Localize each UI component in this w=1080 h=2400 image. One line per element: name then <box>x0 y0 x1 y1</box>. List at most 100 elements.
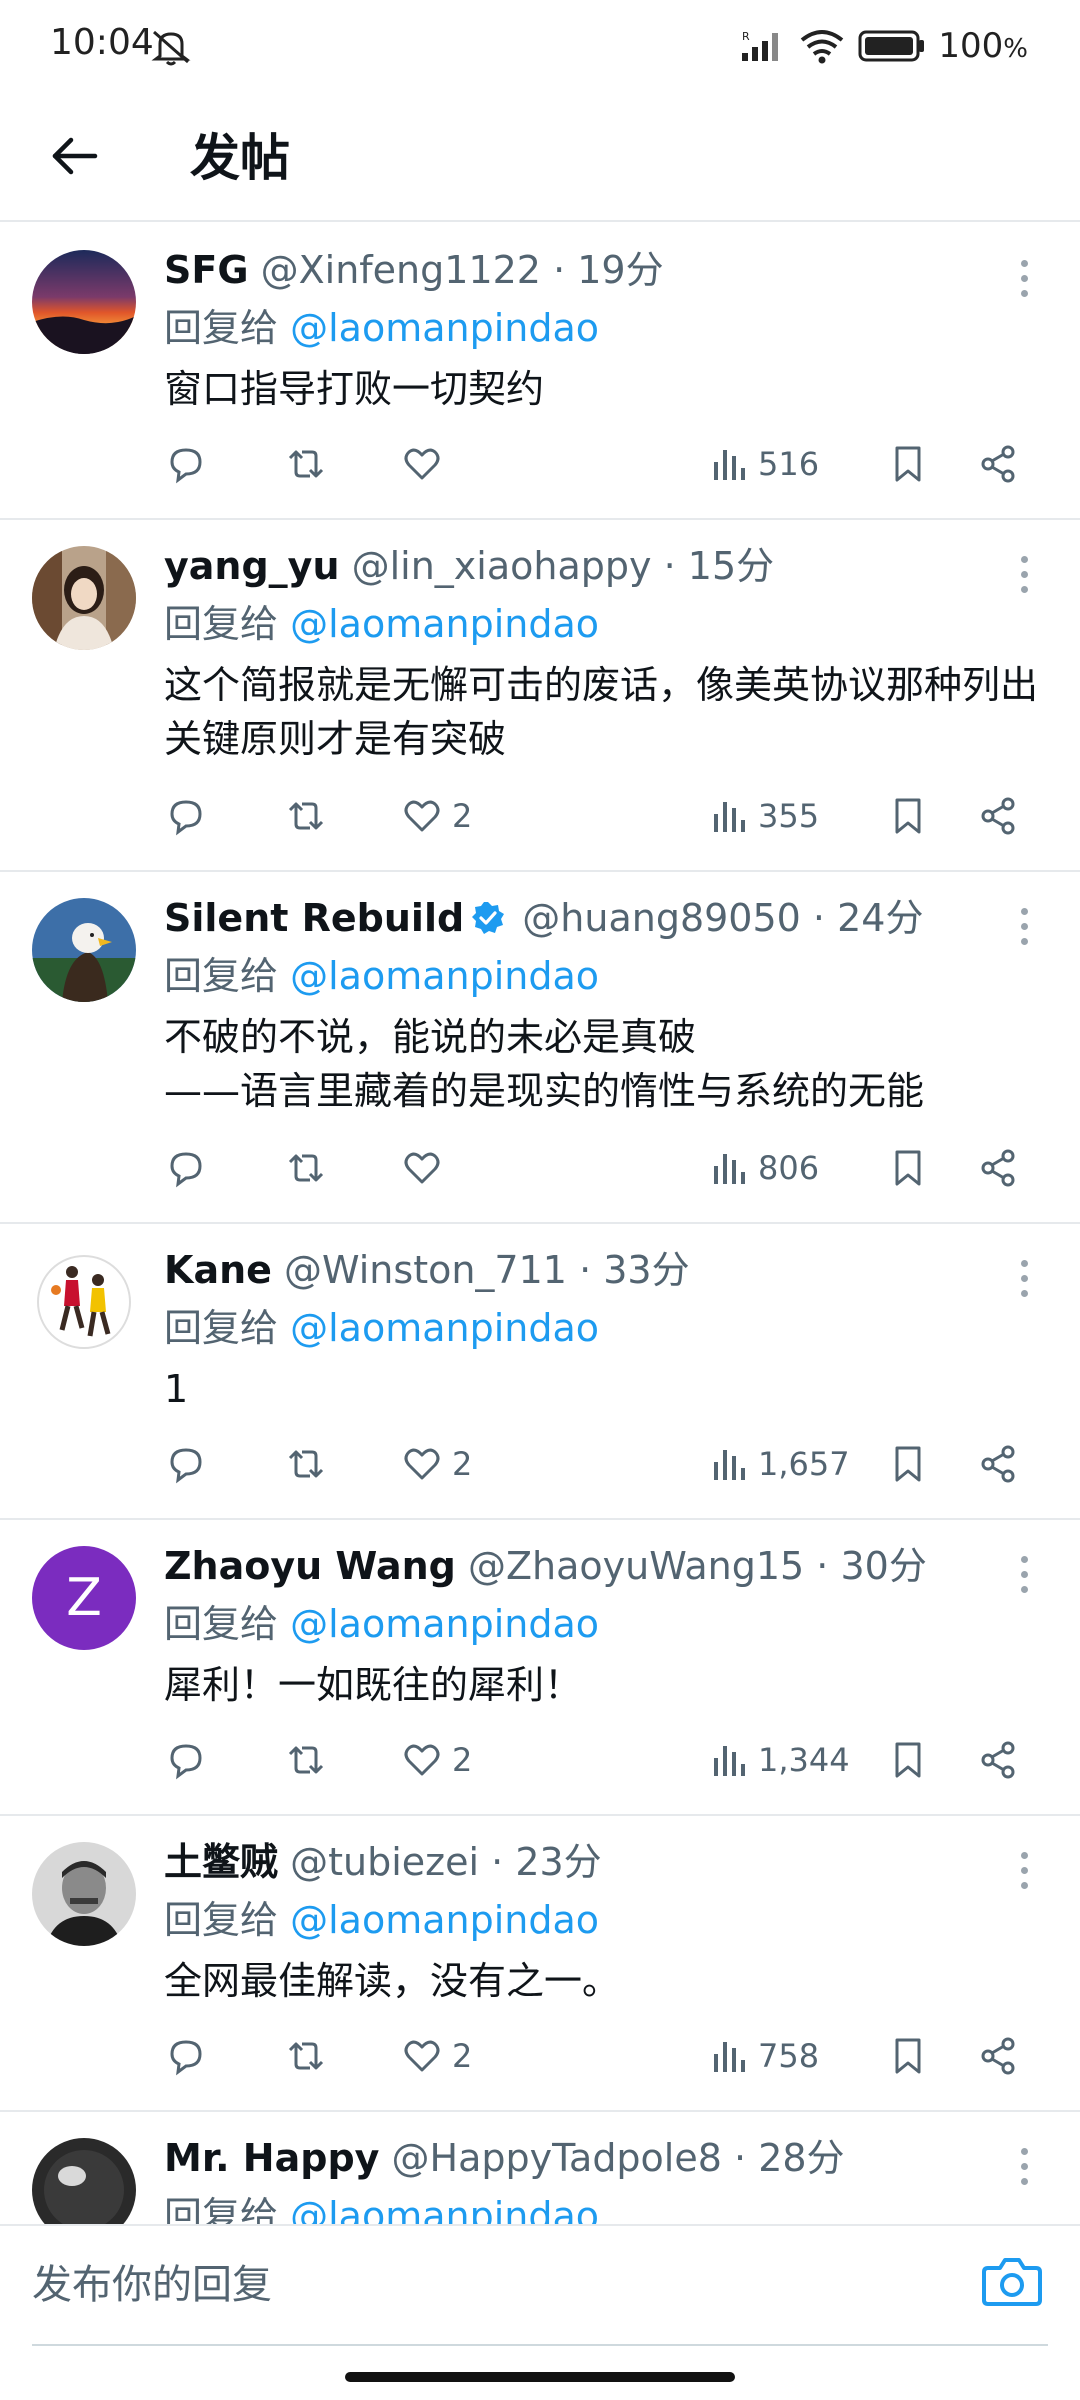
like-button[interactable] <box>400 436 452 492</box>
views-button[interactable]: 758 <box>710 2028 819 2084</box>
reply-item[interactable]: Silent Rebuild @huang89050 · 24分 回复给 @la… <box>0 872 1080 1224</box>
views-button[interactable]: 1,657 <box>710 1436 850 1492</box>
bookmark-button[interactable] <box>888 436 928 492</box>
reply-button[interactable] <box>164 436 208 492</box>
reply-input[interactable] <box>32 2250 952 2320</box>
reply-item[interactable]: SFG @Xinfeng1122 · 19分 回复给 @laomanpindao… <box>0 224 1080 520</box>
bookmark-button[interactable] <box>888 1732 928 1788</box>
share-button[interactable] <box>976 2028 1020 2084</box>
author-handle[interactable]: @huang89050 <box>522 896 801 940</box>
avatar[interactable] <box>32 1250 136 1354</box>
reply-button[interactable] <box>164 1732 208 1788</box>
reply-button[interactable] <box>164 1140 208 1196</box>
reply-time: 30分 <box>840 1544 927 1588</box>
reply-item[interactable]: yang_yu @lin_xiaohappy · 15分 回复给 @laoman… <box>0 520 1080 872</box>
bookmark-icon <box>895 1446 921 1482</box>
avatar[interactable] <box>32 1842 136 1946</box>
battery-icon <box>858 30 925 62</box>
reply-text: 这个简报就是无懈可击的废话，像美英协议那种列出关键原则才是有突破 <box>164 663 1039 761</box>
author-handle[interactable]: @lin_xiaohappy <box>352 544 652 588</box>
camera-icon[interactable] <box>980 2250 1044 2310</box>
repost-button[interactable] <box>282 436 330 492</box>
reply-content: Mr. Happy @HappyTadpole8 · 28分 回复给 @laom… <box>164 2130 1060 2224</box>
repost-button[interactable] <box>282 788 330 844</box>
share-button[interactable] <box>976 1140 1020 1196</box>
reply-content: Kane @Winston_711 · 33分 回复给 @laomanpinda… <box>164 1242 1060 1416</box>
replies-feed[interactable]: SFG @Xinfeng1122 · 19分 回复给 @laomanpindao… <box>0 224 1080 2224</box>
repost-icon <box>288 2042 324 2070</box>
views-button[interactable]: 1,344 <box>710 1732 850 1788</box>
reply-item[interactable]: 土鳖贼 @tubiezei · 23分 回复给 @laomanpindao 全网… <box>0 1816 1080 2112</box>
share-button[interactable] <box>976 1436 1020 1492</box>
repost-button[interactable] <box>282 2028 330 2084</box>
meta-separator: · <box>553 248 566 292</box>
bookmark-button[interactable] <box>888 788 928 844</box>
repost-button[interactable] <box>282 1732 330 1788</box>
share-button[interactable] <box>976 1732 1020 1788</box>
share-icon <box>981 445 1015 483</box>
reply-to-mention[interactable]: @laomanpindao <box>290 2194 599 2224</box>
views-chart-icon <box>714 1746 745 1776</box>
avatar[interactable] <box>32 898 136 1002</box>
reply-button[interactable] <box>164 788 208 844</box>
author-handle[interactable]: @Winston_711 <box>284 1248 567 1292</box>
avatar[interactable] <box>32 546 136 650</box>
like-count: 2 <box>452 1445 473 1483</box>
repost-button[interactable] <box>282 1140 330 1196</box>
author-name[interactable]: Zhaoyu Wang <box>164 1544 456 1588</box>
reply-item[interactable]: Mr. Happy @HappyTadpole8 · 28分 回复给 @laom… <box>0 2112 1080 2224</box>
author-name[interactable]: 土鳖贼 <box>164 1840 278 1884</box>
status-bar: 10:04 R 100% <box>0 0 1080 90</box>
like-button[interactable]: 2 <box>400 2028 472 2084</box>
author-handle[interactable]: @Xinfeng1122 <box>261 248 541 292</box>
views-button[interactable]: 516 <box>710 436 819 492</box>
woman-photo-avatar-image <box>32 546 136 650</box>
comment-icon <box>170 2040 202 2076</box>
bookmark-icon <box>895 798 921 834</box>
like-button[interactable]: 2 <box>400 788 472 844</box>
reply-to-mention[interactable]: @laomanpindao <box>290 602 599 646</box>
reply-to-mention[interactable]: @laomanpindao <box>290 306 599 350</box>
bookmark-button[interactable] <box>888 1140 928 1196</box>
bookmark-button[interactable] <box>888 2028 928 2084</box>
like-button[interactable] <box>400 1140 452 1196</box>
reply-to-mention[interactable]: @laomanpindao <box>290 1602 599 1646</box>
reply-to-mention[interactable]: @laomanpindao <box>290 1898 599 1942</box>
author-name[interactable]: yang_yu <box>164 544 340 588</box>
repost-button[interactable] <box>282 1436 330 1492</box>
author-handle[interactable]: @HappyTadpole8 <box>392 2136 722 2180</box>
reply-item[interactable]: Z Zhaoyu Wang @ZhaoyuWang15 · 30分 回复给 @l… <box>0 1520 1080 1816</box>
reply-to-mention[interactable]: @laomanpindao <box>290 954 599 998</box>
author-name[interactable]: Silent Rebuild <box>164 896 464 940</box>
home-indicator[interactable] <box>345 2372 735 2382</box>
reply-to-line: 回复给 @laomanpindao <box>164 300 1060 356</box>
author-handle[interactable]: @ZhaoyuWang15 <box>468 1544 804 1588</box>
back-button[interactable] <box>40 126 110 186</box>
reply-time: 19分 <box>577 248 664 292</box>
view-count: 1,657 <box>758 1445 850 1483</box>
share-button[interactable] <box>976 436 1020 492</box>
avatar[interactable] <box>32 2138 136 2224</box>
views-button[interactable]: 806 <box>710 1140 819 1196</box>
action-bar: 2 1,657 <box>164 1436 1044 1492</box>
avatar[interactable] <box>32 250 136 354</box>
basketball-players-avatar-image <box>32 1250 136 1354</box>
repost-icon <box>288 450 324 478</box>
bookmark-button[interactable] <box>888 1436 928 1492</box>
status-icons: R 100% <box>740 22 1028 70</box>
author-handle[interactable]: @tubiezei <box>290 1840 479 1884</box>
author-name[interactable]: SFG <box>164 248 249 292</box>
reply-to-mention[interactable]: @laomanpindao <box>290 1306 599 1350</box>
author-name[interactable]: Kane <box>164 1248 272 1292</box>
reply-button[interactable] <box>164 2028 208 2084</box>
share-button[interactable] <box>976 788 1020 844</box>
like-button[interactable]: 2 <box>400 1732 472 1788</box>
author-name[interactable]: Mr. Happy <box>164 2136 379 2180</box>
reply-button[interactable] <box>164 1436 208 1492</box>
avatar[interactable]: Z <box>32 1546 136 1650</box>
like-button[interactable]: 2 <box>400 1436 472 1492</box>
reply-time: 28分 <box>758 2136 845 2180</box>
reply-to-line: 回复给 @laomanpindao <box>164 596 1060 652</box>
views-button[interactable]: 355 <box>710 788 819 844</box>
reply-item[interactable]: Kane @Winston_711 · 33分 回复给 @laomanpinda… <box>0 1224 1080 1520</box>
